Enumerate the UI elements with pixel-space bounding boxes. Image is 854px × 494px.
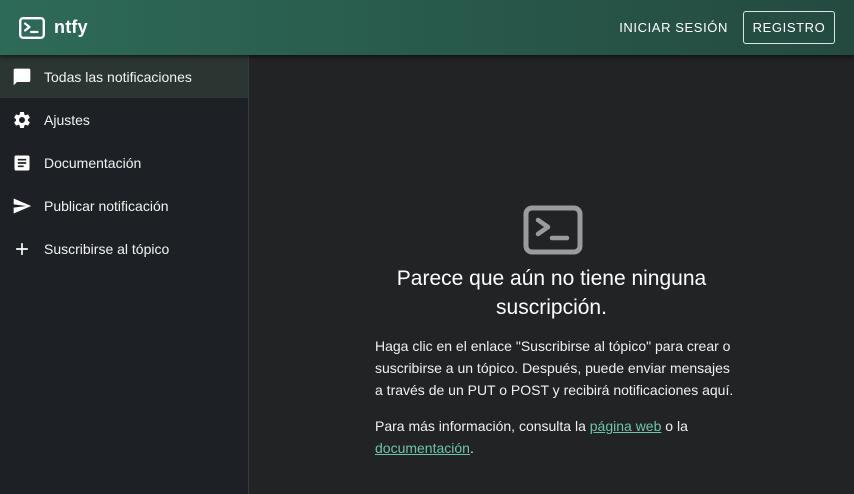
brand[interactable]: ntfy <box>19 16 88 39</box>
sidebar-item-all-notifications[interactable]: Todas las notificaciones <box>0 55 248 98</box>
terminal-icon <box>523 205 583 255</box>
more-info-middle: o la <box>661 418 688 434</box>
website-link[interactable]: página web <box>590 418 662 434</box>
documentation-link[interactable]: documentación <box>375 440 470 456</box>
empty-title-line: Parece que aún no tiene ninguna <box>396 267 707 290</box>
empty-state-description: Haga clic en el enlace "Suscribirse al t… <box>375 335 755 473</box>
empty-state-title: Parece que aún no tiene ninguna suscripc… <box>249 264 854 322</box>
empty-title-line: suscripción. <box>496 296 607 319</box>
sidebar-item-subscribe[interactable]: Suscribirse al tópico <box>0 227 248 270</box>
sidebar-item-label: Publicar notificación <box>44 197 169 214</box>
more-info-prefix: Para más información, consulta la <box>375 418 590 434</box>
instructions-line: suscribirse a un tópico. Después, puede … <box>375 360 730 376</box>
plus-icon <box>0 239 44 259</box>
chat-bubble-icon <box>0 67 44 87</box>
more-info-suffix: . <box>469 440 474 456</box>
sidebar-item-label: Suscribirse al tópico <box>44 240 170 257</box>
sidebar-item-label: Ajustes <box>44 111 90 128</box>
terminal-icon <box>19 16 45 39</box>
app-name: ntfy <box>54 17 88 37</box>
more-info-paragraph: Para más información, consulta la página… <box>375 415 755 459</box>
gear-icon <box>0 110 44 130</box>
sidebar: Todas las notificaciones Ajustes Documen… <box>0 55 249 494</box>
sidebar-item-label: Documentación <box>44 154 142 171</box>
sidebar-item-settings[interactable]: Ajustes <box>0 98 248 141</box>
login-button[interactable]: INICIAR SESIÓN <box>611 12 736 43</box>
top-app-bar: ntfy INICIAR SESIÓN REGISTRO <box>0 0 854 55</box>
document-icon <box>0 153 44 173</box>
header-actions: INICIAR SESIÓN REGISTRO <box>611 11 835 44</box>
main-content: Parece que aún no tiene ninguna suscripc… <box>249 55 854 494</box>
send-icon <box>0 196 44 216</box>
sidebar-item-documentation[interactable]: Documentación <box>0 141 248 184</box>
register-button[interactable]: REGISTRO <box>743 11 835 44</box>
sidebar-item-publish[interactable]: Publicar notificación <box>0 184 248 227</box>
sidebar-item-label: Todas las notificaciones <box>44 68 192 85</box>
instructions-line: Haga clic en el enlace "Suscribirse al t… <box>375 338 731 354</box>
instructions-line: a través de un PUT o POST y recibirá not… <box>375 382 734 398</box>
instructions-paragraph: Haga clic en el enlace "Suscribirse al t… <box>375 335 755 401</box>
